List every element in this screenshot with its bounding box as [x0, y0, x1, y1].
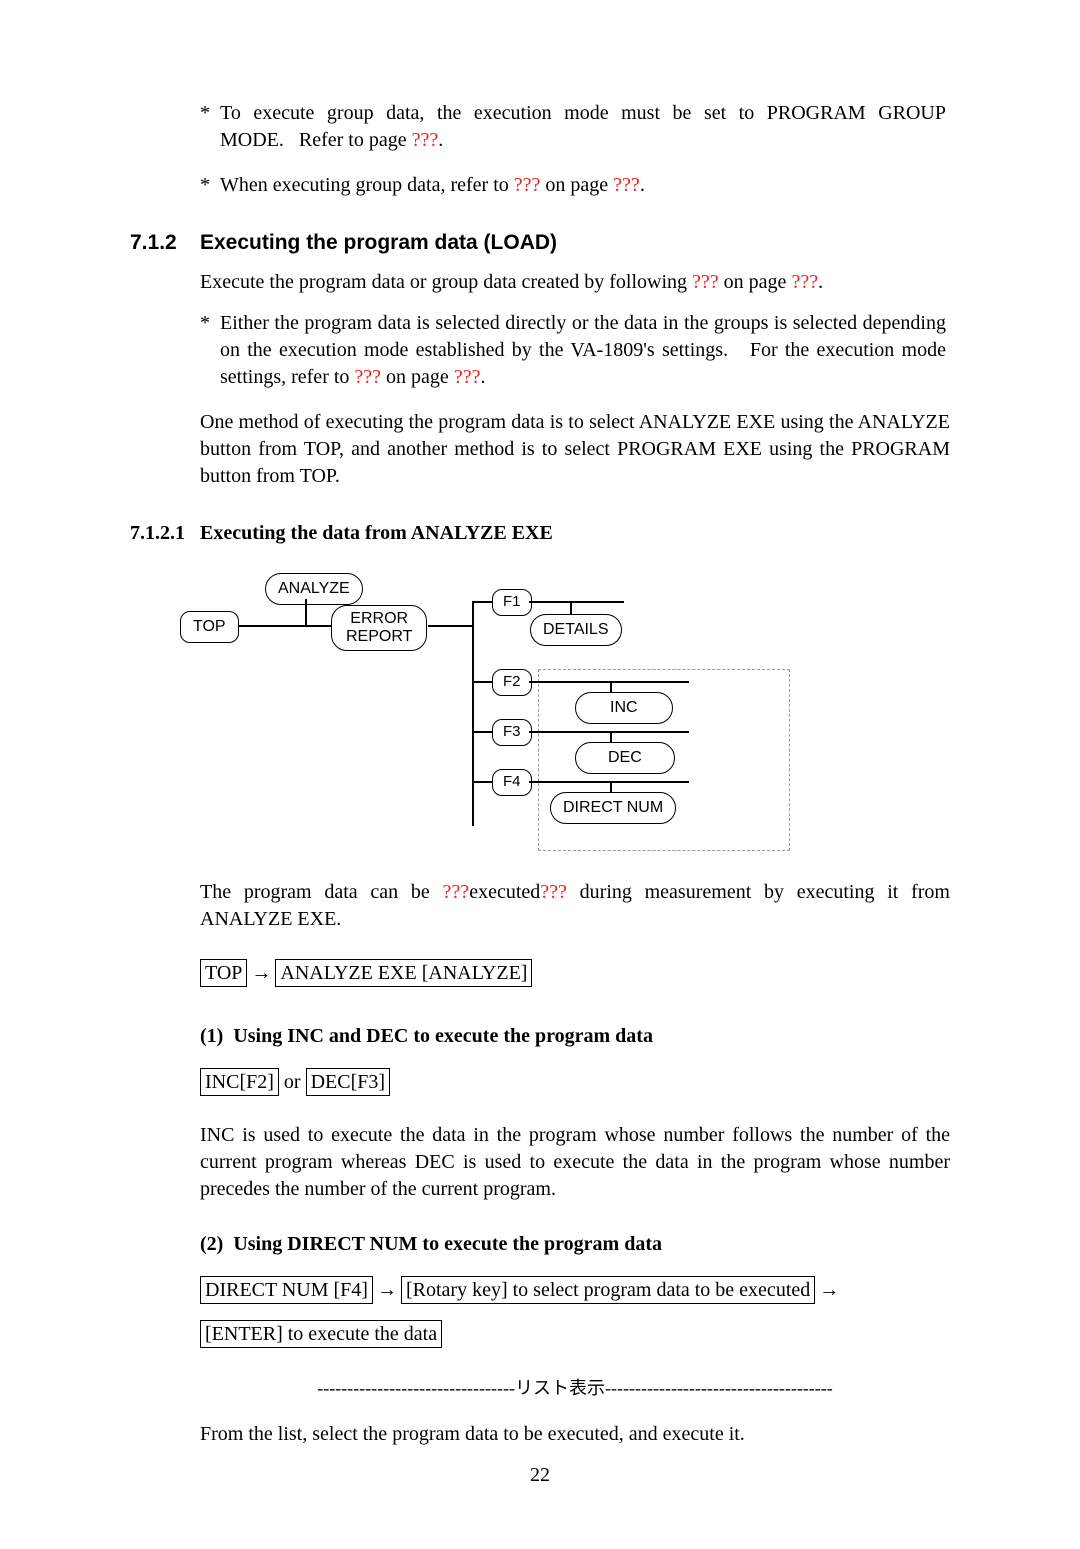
list-divider: ---------------------------------リスト表示--…: [200, 1376, 950, 1400]
crossref: ???: [692, 271, 719, 293]
node-details: DETAILS: [530, 614, 622, 646]
step-enter: [ENTER] to execute the data: [200, 1320, 442, 1348]
node-f2: F2: [492, 669, 532, 695]
nav-step-1: TOP→ANALYZE EXE [ANALYZE]: [200, 951, 950, 995]
step-top: TOP: [200, 959, 247, 987]
arrow-icon: →: [373, 1279, 401, 1301]
section-number: 7.1.2: [130, 229, 200, 257]
sub2-title: (2) Using DIRECT NUM to execute the prog…: [200, 1231, 950, 1258]
exec-paragraph: The program data can be ???executed??? d…: [200, 879, 950, 933]
sub2-steps: DIRECT NUM [F4]→[Rotary key] to select p…: [200, 1268, 950, 1356]
note-1-text: To execute group data, the execution mod…: [220, 100, 946, 154]
note-2: *When executing group data, refer to ???…: [200, 172, 950, 199]
key-dec: DEC[F3]: [306, 1068, 390, 1096]
page-number: 22: [130, 1462, 950, 1489]
key-direct-num: DIRECT NUM [F4]: [200, 1276, 373, 1304]
section-number: 7.1.2.1: [130, 520, 200, 547]
node-inc: INC: [575, 692, 673, 724]
asterisk: *: [200, 100, 220, 127]
asterisk: *: [200, 172, 220, 199]
sec712-p2: One method of executing the program data…: [200, 409, 950, 490]
markup-ref: ???: [540, 881, 567, 903]
or-text: or: [279, 1071, 306, 1093]
sec712-p1: Execute the program data or group data c…: [200, 269, 950, 296]
page-ref: ???: [791, 271, 818, 293]
arrow-icon: →: [247, 962, 275, 984]
node-top: TOP: [180, 611, 239, 643]
node-f1: F1: [492, 589, 532, 615]
section-title: Executing the data from ANALYZE EXE: [200, 522, 553, 544]
node-f4: F4: [492, 769, 532, 795]
node-f3: F3: [492, 719, 532, 745]
node-error-report-text: ERRORREPORT: [346, 610, 412, 645]
key-inc: INC[F2]: [200, 1068, 279, 1096]
note-1: *To execute group data, the execution mo…: [200, 100, 950, 154]
last-paragraph: From the list, select the program data t…: [200, 1421, 950, 1448]
node-analyze: ANALYZE: [265, 573, 363, 605]
sec712-bullet: *Either the program data is selected dir…: [200, 310, 950, 391]
note-2-text: When executing group data, refer to ??? …: [220, 172, 946, 199]
page-ref: ???: [412, 129, 439, 151]
step-rotary: [Rotary key] to select program data to b…: [401, 1276, 815, 1304]
node-dec: DEC: [575, 742, 675, 774]
page-ref: ???: [613, 174, 640, 196]
page-ref: ???: [454, 366, 481, 388]
arrow-icon: →: [815, 1279, 843, 1301]
sub1-paragraph: INC is used to execute the data in the p…: [200, 1122, 950, 1203]
sub1-title: (1) Using INC and DEC to execute the pro…: [200, 1023, 950, 1050]
section-7121-heading: 7.1.2.1Executing the data from ANALYZE E…: [130, 520, 950, 547]
sub1-keys: INC[F2] or DEC[F3]: [200, 1060, 950, 1104]
flow-diagram: TOP ANALYZE ERRORREPORT F1 DETAILS F2 IN…: [180, 569, 830, 859]
asterisk: *: [200, 310, 220, 337]
crossref: ???: [514, 174, 541, 196]
sec712-bullet-text: Either the program data is selected dire…: [220, 310, 946, 391]
step-analyze-exe: ANALYZE EXE [ANALYZE]: [275, 959, 532, 987]
node-direct-num: DIRECT NUM: [550, 792, 676, 824]
section-712-heading: 7.1.2 Executing the program data (LOAD): [130, 229, 950, 257]
node-error-report: ERRORREPORT: [331, 605, 427, 650]
markup-ref: ???: [443, 881, 470, 903]
crossref: ???: [354, 366, 381, 388]
section-title: Executing the program data (LOAD): [200, 229, 557, 257]
